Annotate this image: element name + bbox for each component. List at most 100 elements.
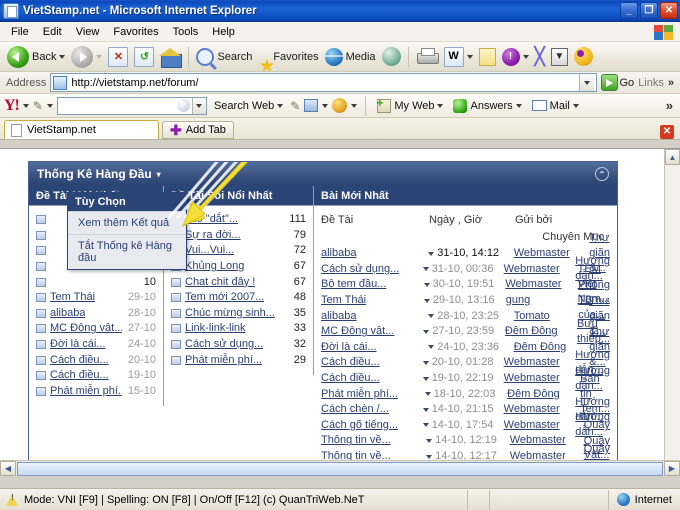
list-item[interactable]: Tem mới 2007... 48: [171, 290, 306, 306]
scroll-left-button[interactable]: ◀: [0, 461, 16, 476]
list-item[interactable]: Cách điều... 19-10: [36, 368, 156, 384]
popup-blocker-icon[interactable]: [304, 99, 319, 112]
list-item-label[interactable]: Vui...Vui...: [185, 243, 234, 258]
address-input[interactable]: http://vietstamp.net/forum/: [50, 73, 597, 92]
menu-item-edit[interactable]: Edit: [36, 24, 69, 40]
list-item[interactable]: Phát miễn phí... 15-10: [36, 384, 156, 400]
goto-last-post-icon[interactable]: [428, 345, 435, 350]
popup-blocker-dropdown-icon[interactable]: [322, 103, 329, 108]
answers-dropdown-icon[interactable]: [515, 103, 522, 108]
list-item-label[interactable]: alibaba: [50, 306, 85, 321]
list-item[interactable]: Khủng Long 67: [171, 259, 306, 275]
list-item-label[interactable]: Khủng Long: [185, 259, 244, 274]
search-web-dropdown-icon[interactable]: [277, 103, 284, 108]
answers-button[interactable]: Answers: [450, 98, 524, 114]
row-topic[interactable]: Cách chèn /...: [321, 402, 389, 417]
list-item-label[interactable]: Ôtô "dắt"...: [185, 212, 238, 227]
row-topic[interactable]: Phát miễn phí...: [321, 387, 398, 402]
goto-last-post-icon[interactable]: [422, 376, 429, 381]
back-button[interactable]: Back: [4, 44, 68, 70]
forward-button[interactable]: [68, 44, 105, 70]
row-author[interactable]: Webmaster: [514, 247, 570, 259]
goto-last-post-icon[interactable]: [423, 298, 430, 303]
flashget-button[interactable]: ╳: [532, 44, 548, 70]
row-topic[interactable]: Cách điều...: [321, 355, 380, 370]
row-author[interactable]: Đêm Đông: [507, 388, 560, 400]
row-topic[interactable]: Tem Thái: [321, 293, 366, 308]
table-row[interactable]: Cách chèn /... 14-10, 21:15 Webmaster Hư…: [321, 396, 610, 423]
list-item-label[interactable]: Cách điều...: [50, 353, 109, 368]
goto-last-post-icon[interactable]: [423, 329, 430, 334]
row-topic[interactable]: Đời là cái...: [321, 340, 377, 355]
list-item-label[interactable]: Phát miễn phí...: [185, 353, 262, 368]
list-item[interactable]: MC Động vật... 27-10: [36, 321, 156, 337]
menu-item-tools[interactable]: Tools: [166, 24, 206, 40]
list-item-label[interactable]: Cách sử dụng...: [185, 337, 263, 352]
list-item[interactable]: Ôtô "dắt"... 111: [171, 212, 306, 228]
table-row[interactable]: Cách điều... 19-10, 22:19 Webmaster Hướn…: [321, 365, 610, 392]
notes-button[interactable]: [476, 44, 499, 70]
history-button[interactable]: [379, 44, 404, 70]
goto-last-post-icon[interactable]: [422, 407, 429, 412]
anti-spy-dropdown-icon[interactable]: [351, 103, 358, 108]
list-item-label[interactable]: Chúc mừng sinh...: [185, 306, 275, 321]
horizontal-scroll-thumb[interactable]: [17, 461, 663, 476]
row-author[interactable]: Tomato: [514, 310, 550, 322]
search-button[interactable]: Search: [193, 44, 255, 70]
list-item[interactable]: Chat chit đây ! 67: [171, 274, 306, 290]
table-row[interactable]: Thông tin về... 14-10, 12:17 Webmaster Q…: [321, 435, 610, 460]
row-author[interactable]: Đêm Đông: [514, 341, 567, 353]
table-row[interactable]: Phát miễn phí... 18-10, 22:03 Đêm Đông B…: [321, 373, 610, 415]
dropdown-item-more-results[interactable]: Xem thêm Kết quả: [68, 211, 186, 234]
scroll-up-button[interactable]: ▲: [665, 149, 680, 165]
address-dropdown-icon[interactable]: [578, 74, 594, 91]
list-item[interactable]: Chúc mừng sinh... 35: [171, 306, 306, 322]
list-item-label[interactable]: Link-link-link: [185, 321, 246, 336]
table-row[interactable]: alibaba 28-10, 23:25 Tomato Thư giãn &..…: [321, 295, 610, 337]
my-web-dropdown-icon[interactable]: [437, 103, 444, 108]
yahoo-logo-icon[interactable]: Y!: [4, 97, 20, 115]
row-topic[interactable]: Cách gõ tiếng...: [321, 418, 398, 433]
row-author[interactable]: Webmaster: [505, 278, 561, 290]
pencil-dropdown-icon[interactable]: [46, 103, 53, 108]
row-author[interactable]: Webmaster: [510, 450, 566, 460]
list-item-label[interactable]: Phát miễn phí...: [50, 384, 122, 399]
dropdown-item-disable-stats[interactable]: Tắt Thống kê Hàng đầu: [68, 234, 186, 269]
mail-button[interactable]: Mail: [529, 99, 582, 113]
close-button[interactable]: ✕: [660, 2, 678, 19]
panel-collapse-icon[interactable]: ⌃: [595, 167, 609, 181]
goto-last-post-icon[interactable]: [426, 454, 433, 459]
back-dropdown-icon[interactable]: [59, 54, 66, 59]
yahoo-dropdown-icon[interactable]: [522, 54, 529, 59]
horizontal-scrollbar[interactable]: ◀ ▶: [0, 460, 680, 476]
row-topic[interactable]: Cách sử dụng...: [321, 262, 399, 277]
scroll-right-button[interactable]: ▶: [664, 461, 680, 476]
anti-spy-icon[interactable]: [332, 98, 348, 113]
panel-dropdown-caret-icon[interactable]: ▾: [157, 170, 161, 179]
menu-item-favorites[interactable]: Favorites: [106, 24, 165, 40]
menu-item-view[interactable]: View: [69, 24, 107, 40]
options-dropdown-menu[interactable]: Tùy Chọn Xem thêm Kết quả Tắt Thống kê H…: [67, 192, 187, 270]
row-author[interactable]: Webmaster: [504, 419, 560, 431]
list-item[interactable]: Tem Thái 29-10: [36, 290, 156, 306]
list-item-label[interactable]: Chat chit đây !: [185, 275, 255, 290]
download-button[interactable]: ▼: [548, 44, 571, 70]
row-author[interactable]: Webmaster: [504, 263, 560, 275]
list-item[interactable]: Cách sử dụng... 32: [171, 337, 306, 353]
table-row[interactable]: Đời là cái... 24-10, 23:36 Đêm Đông Thư …: [321, 326, 610, 368]
row-topic[interactable]: Cách điều...: [321, 371, 380, 386]
table-row[interactable]: MC Động vật... 27-10, 23:59 Đêm Đông Bưu…: [321, 318, 610, 345]
table-row[interactable]: Bộ tem đầu... 30-10, 19:51 Webmaster TEM…: [321, 263, 610, 305]
print-button[interactable]: [413, 44, 441, 70]
refresh-button[interactable]: ↺: [131, 44, 157, 70]
go-button[interactable]: Go: [600, 74, 634, 91]
row-topic[interactable]: MC Động vật...: [321, 324, 394, 339]
stop-button[interactable]: ✕: [105, 44, 131, 70]
goto-last-post-icon[interactable]: [422, 360, 429, 365]
table-row[interactable]: Tem Thái 29-10, 13:16 gung Phòng TB của.…: [321, 279, 610, 321]
mail-dropdown-icon[interactable]: [572, 103, 579, 108]
maximize-button[interactable]: ❐: [640, 2, 658, 19]
row-author[interactable]: Đêm Đông: [505, 325, 558, 337]
table-row[interactable]: Cách sử dụng... 31-10, 00:36 Webmaster H…: [321, 255, 610, 282]
row-topic[interactable]: alibaba: [321, 309, 356, 324]
